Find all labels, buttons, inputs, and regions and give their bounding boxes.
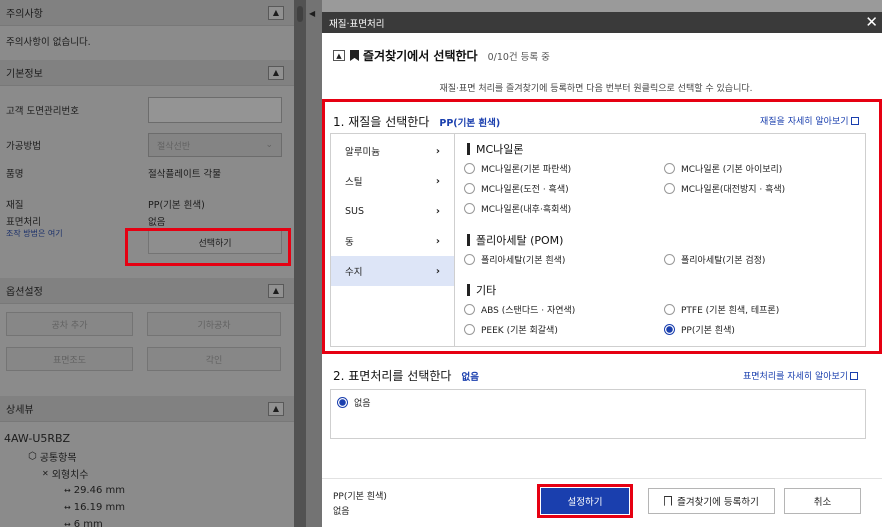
option-peek[interactable]: PEEK (기본 회갈색) xyxy=(464,323,558,336)
option-label: ABS (스탠다드 · 자연색) xyxy=(481,306,576,316)
option-pp-white[interactable]: PP(기본 흰색) xyxy=(664,323,735,336)
option-label: PTFE (기본 흰색, 테프론) xyxy=(681,306,780,316)
radio-button[interactable] xyxy=(664,183,675,194)
modal-footer: PP(기본 흰색) 없음 설정하기 즐겨찾기에 등록하기 취소 xyxy=(322,478,882,527)
category-label: 수지 xyxy=(345,267,363,278)
surface-section-title: 2. 표면처리를 선택한다 xyxy=(333,369,452,383)
option-label: MC나일론(기본 파란색) xyxy=(481,165,572,175)
option-surface-none[interactable]: 없음 xyxy=(337,396,371,409)
bookmark-icon xyxy=(664,496,673,506)
group-title-mc-nylon: MC나일론 xyxy=(467,141,524,157)
category-resin[interactable]: 수지 › xyxy=(331,256,454,286)
option-label: MC나일론 (기본 아이보리) xyxy=(681,165,783,175)
radio-button[interactable] xyxy=(664,304,675,315)
cancel-button[interactable]: 취소 xyxy=(784,488,861,514)
category-list: 알루미늄 › 스틸 › SUS › 동 › 수지 › xyxy=(331,134,455,346)
material-options: MC나일론 MC나일론(기본 파란색) MC나일론 (기본 아이보리) MC나일… xyxy=(456,134,866,346)
option-label: MC나일론(도전 · 흑색) xyxy=(481,185,569,195)
category-steel[interactable]: 스틸 › xyxy=(331,166,454,196)
chevron-right-icon: › xyxy=(435,265,440,277)
material-detail-link-label: 재질을 자세히 알아보기 xyxy=(760,117,849,127)
category-copper[interactable]: 동 › xyxy=(331,226,454,256)
option-mc-nylon-blue[interactable]: MC나일론(기본 파란색) xyxy=(464,162,571,175)
external-link-icon xyxy=(850,117,859,125)
modal-title: 재질·표면처리 xyxy=(329,18,385,30)
material-panel: 알루미늄 › 스틸 › SUS › 동 › 수지 › MC나일론 MC나일론(기본 파란색… xyxy=(330,133,866,347)
favorites-header: ▲ 즐겨찾기에서 선택한다 0/10건 등록 중 xyxy=(333,47,550,64)
external-link-icon xyxy=(850,372,859,380)
option-label: PP(기본 흰색) xyxy=(681,326,735,336)
close-icon[interactable]: ✕ xyxy=(865,15,878,30)
group-title-pom: 폴리아세탈 (POM) xyxy=(467,232,563,248)
radio-button[interactable] xyxy=(464,183,475,194)
chevron-right-icon: › xyxy=(435,145,440,157)
category-aluminum[interactable]: 알루미늄 › xyxy=(331,136,454,166)
category-label: 동 xyxy=(345,237,354,248)
favorites-count: 0/10건 등록 중 xyxy=(487,51,550,63)
option-pom-white[interactable]: 폴리아세탈(기본 흰색) xyxy=(464,253,565,266)
group-title-other: 기타 xyxy=(467,282,496,298)
option-label: MC나일론(대전방지 · 흑색) xyxy=(681,185,786,195)
option-mc-nylon-conductive[interactable]: MC나일론(도전 · 흑색) xyxy=(464,182,569,195)
option-abs[interactable]: ABS (스탠다드 · 자연색) xyxy=(464,303,575,316)
summary-surface: 없음 xyxy=(333,507,350,517)
surface-selected: 없음 xyxy=(461,372,479,383)
option-label: 폴리아세탈(기본 흰색) xyxy=(481,256,566,266)
option-ptfe[interactable]: PTFE (기본 흰색, 테프론) xyxy=(664,303,779,316)
surface-section-header: 2. 표면처리를 선택한다 없음 xyxy=(333,367,479,384)
material-modal: 재질·표면처리 ✕ ▲ 즐겨찾기에서 선택한다 0/10건 등록 중 재질·표면… xyxy=(322,12,882,527)
option-label: 없음 xyxy=(354,399,371,409)
radio-button[interactable] xyxy=(464,163,475,174)
option-label: MC나일론(내후·흑회색) xyxy=(481,205,572,215)
surface-panel: 없음 xyxy=(330,389,866,439)
add-favorite-label: 즐겨찾기에 등록하기 xyxy=(677,497,759,508)
radio-button-selected[interactable] xyxy=(337,397,348,408)
add-favorite-button[interactable]: 즐겨찾기에 등록하기 xyxy=(648,488,775,514)
option-pom-black[interactable]: 폴리아세탈(기본 검정) xyxy=(664,253,765,266)
material-section-header: 1. 재질을 선택한다 PP(기본 흰색) xyxy=(333,113,500,130)
surface-detail-link[interactable]: 표면처리를 자세히 알아보기 xyxy=(743,369,859,382)
material-detail-link[interactable]: 재질을 자세히 알아보기 xyxy=(760,114,859,127)
surface-detail-link-label: 표면처리를 자세히 알아보기 xyxy=(743,372,849,382)
option-mc-nylon-weather[interactable]: MC나일론(내후·흑회색) xyxy=(464,202,571,215)
summary-material: PP(기본 흰색) xyxy=(333,492,387,502)
material-section-title: 1. 재질을 선택한다 xyxy=(333,115,430,129)
category-label: SUS xyxy=(345,205,365,217)
favorites-title: 즐겨찾기에서 선택한다 xyxy=(363,49,478,63)
category-label: 스틸 xyxy=(345,177,363,188)
radio-button[interactable] xyxy=(664,254,675,265)
chevron-right-icon: › xyxy=(435,175,440,187)
option-label: 폴리아세탈(기본 검정) xyxy=(681,256,766,266)
radio-button[interactable] xyxy=(464,324,475,335)
collapse-up-icon[interactable]: ▲ xyxy=(333,50,345,61)
chevron-right-icon: › xyxy=(435,235,440,247)
radio-button[interactable] xyxy=(464,254,475,265)
set-button[interactable]: 설정하기 xyxy=(541,488,629,514)
radio-button-selected[interactable] xyxy=(664,324,675,335)
bookmark-icon xyxy=(350,50,359,61)
radio-button[interactable] xyxy=(664,163,675,174)
material-selected: PP(기본 흰색) xyxy=(439,118,501,129)
chevron-right-icon: › xyxy=(435,205,440,217)
favorites-description: 재질·표면 처리를 즐겨찾기에 등록하면 다음 번부터 원클릭으로 선택할 수 … xyxy=(439,84,753,94)
modal-title-bar: 재질·표면처리 ✕ xyxy=(322,12,882,33)
radio-button[interactable] xyxy=(464,304,475,315)
category-sus[interactable]: SUS › xyxy=(331,196,454,226)
option-label: PEEK (기본 회갈색) xyxy=(481,326,558,336)
highlight-select-button xyxy=(125,228,291,266)
option-mc-nylon-antistatic[interactable]: MC나일론(대전방지 · 흑색) xyxy=(664,182,785,195)
radio-button[interactable] xyxy=(464,203,475,214)
category-label: 알루미늄 xyxy=(345,147,380,158)
option-mc-nylon-ivory[interactable]: MC나일론 (기본 아이보리) xyxy=(664,162,782,175)
